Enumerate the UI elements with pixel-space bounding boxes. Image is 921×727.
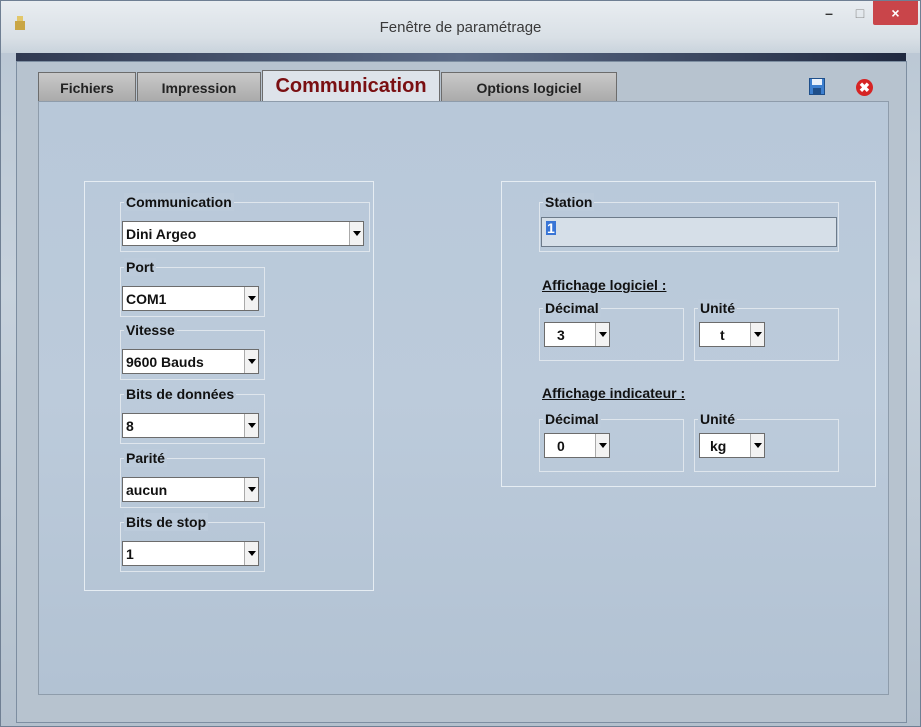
- indicateur-unite-select[interactable]: kg: [699, 433, 765, 458]
- logiciel-unite-fieldset: Unité t: [694, 299, 839, 361]
- tab-fichiers[interactable]: Fichiers: [38, 72, 136, 102]
- communication-label: Communication: [124, 193, 234, 211]
- chevron-down-icon[interactable]: [244, 478, 258, 501]
- parite-select[interactable]: aucun: [122, 477, 259, 502]
- vitesse-fieldset: Vitesse 9600 Bauds: [120, 321, 265, 380]
- indicateur-decimal-fieldset: Décimal 0: [539, 410, 684, 472]
- logiciel-decimal-select[interactable]: 3: [544, 322, 610, 347]
- parite-fieldset: Parité aucun: [120, 449, 265, 508]
- bits-stop-fieldset: Bits de stop 1: [120, 513, 265, 572]
- chevron-down-icon[interactable]: [244, 414, 258, 437]
- port-value: COM1: [126, 290, 167, 307]
- close-icon[interactable]: ✖: [856, 79, 873, 96]
- settings-window: Fenêtre de paramétrage – □ × Fichiers Im…: [0, 0, 921, 727]
- window-close-button[interactable]: ×: [873, 1, 918, 25]
- port-label: Port: [124, 258, 156, 276]
- vitesse-label: Vitesse: [124, 321, 177, 339]
- parite-label: Parité: [124, 449, 167, 467]
- window-title: Fenêtre de paramétrage: [379, 19, 542, 36]
- tab-communication[interactable]: Communication: [262, 70, 440, 102]
- bits-donnees-value: 8: [126, 417, 134, 434]
- chevron-down-icon[interactable]: [595, 434, 609, 457]
- minimize-button[interactable]: –: [812, 1, 846, 25]
- bits-stop-label: Bits de stop: [124, 513, 209, 531]
- communication-fieldset: Communication Dini Argeo: [120, 193, 370, 252]
- title-bar[interactable]: Fenêtre de paramétrage – □ ×: [1, 1, 920, 53]
- bits-stop-select[interactable]: 1: [122, 541, 259, 566]
- tab-impression[interactable]: Impression: [137, 72, 261, 102]
- chevron-down-icon[interactable]: [750, 323, 764, 346]
- save-icon[interactable]: [809, 78, 825, 95]
- communication-select[interactable]: Dini Argeo: [122, 221, 364, 246]
- vitesse-select[interactable]: 9600 Bauds: [122, 349, 259, 374]
- bits-donnees-select[interactable]: 8: [122, 413, 259, 438]
- station-settings-group: Station 1 Affichage logiciel : Décimal 3…: [501, 181, 876, 487]
- indicateur-decimal-select[interactable]: 0: [544, 433, 610, 458]
- indicateur-unite-fieldset: Unité kg: [694, 410, 839, 472]
- indicateur-unite-label: Unité: [698, 410, 737, 428]
- logiciel-unite-value: t: [720, 326, 725, 343]
- affichage-indicateur-title: Affichage indicateur :: [542, 385, 686, 401]
- logiciel-unite-label: Unité: [698, 299, 737, 317]
- communication-panel: Communication Dini Argeo Port COM1 Vites…: [38, 101, 889, 695]
- affichage-logiciel-title: Affichage logiciel :: [542, 277, 667, 293]
- bits-stop-value: 1: [126, 545, 134, 562]
- station-input[interactable]: 1: [541, 217, 837, 247]
- port-fieldset: Port COM1: [120, 258, 265, 317]
- station-label: Station: [543, 193, 595, 211]
- indicateur-decimal-value: 0: [557, 437, 565, 454]
- logiciel-unite-select[interactable]: t: [699, 322, 765, 347]
- parite-value: aucun: [126, 481, 168, 498]
- chevron-down-icon[interactable]: [244, 287, 258, 310]
- chevron-down-icon[interactable]: [750, 434, 764, 457]
- chevron-down-icon[interactable]: [595, 323, 609, 346]
- logiciel-decimal-value: 3: [557, 326, 565, 343]
- station-fieldset: Station 1: [539, 193, 839, 252]
- station-value: 1: [546, 220, 556, 236]
- vitesse-value: 9600 Bauds: [126, 353, 204, 370]
- tab-strip: Fichiers Impression Communication Option…: [38, 70, 618, 102]
- port-select[interactable]: COM1: [122, 286, 259, 311]
- bits-donnees-fieldset: Bits de données 8: [120, 385, 265, 444]
- indicateur-unite-value: kg: [710, 437, 727, 454]
- bits-donnees-label: Bits de données: [124, 385, 237, 403]
- chevron-down-icon[interactable]: [244, 542, 258, 565]
- chevron-down-icon[interactable]: [349, 222, 363, 245]
- indicateur-decimal-label: Décimal: [543, 410, 601, 428]
- logiciel-decimal-label: Décimal: [543, 299, 601, 317]
- communication-settings-group: Communication Dini Argeo Port COM1 Vites…: [84, 181, 374, 591]
- maximize-button[interactable]: □: [847, 1, 873, 25]
- communication-value: Dini Argeo: [126, 225, 197, 242]
- tab-options-logiciel[interactable]: Options logiciel: [441, 72, 617, 102]
- logiciel-decimal-fieldset: Décimal 3: [539, 299, 684, 361]
- chevron-down-icon[interactable]: [244, 350, 258, 373]
